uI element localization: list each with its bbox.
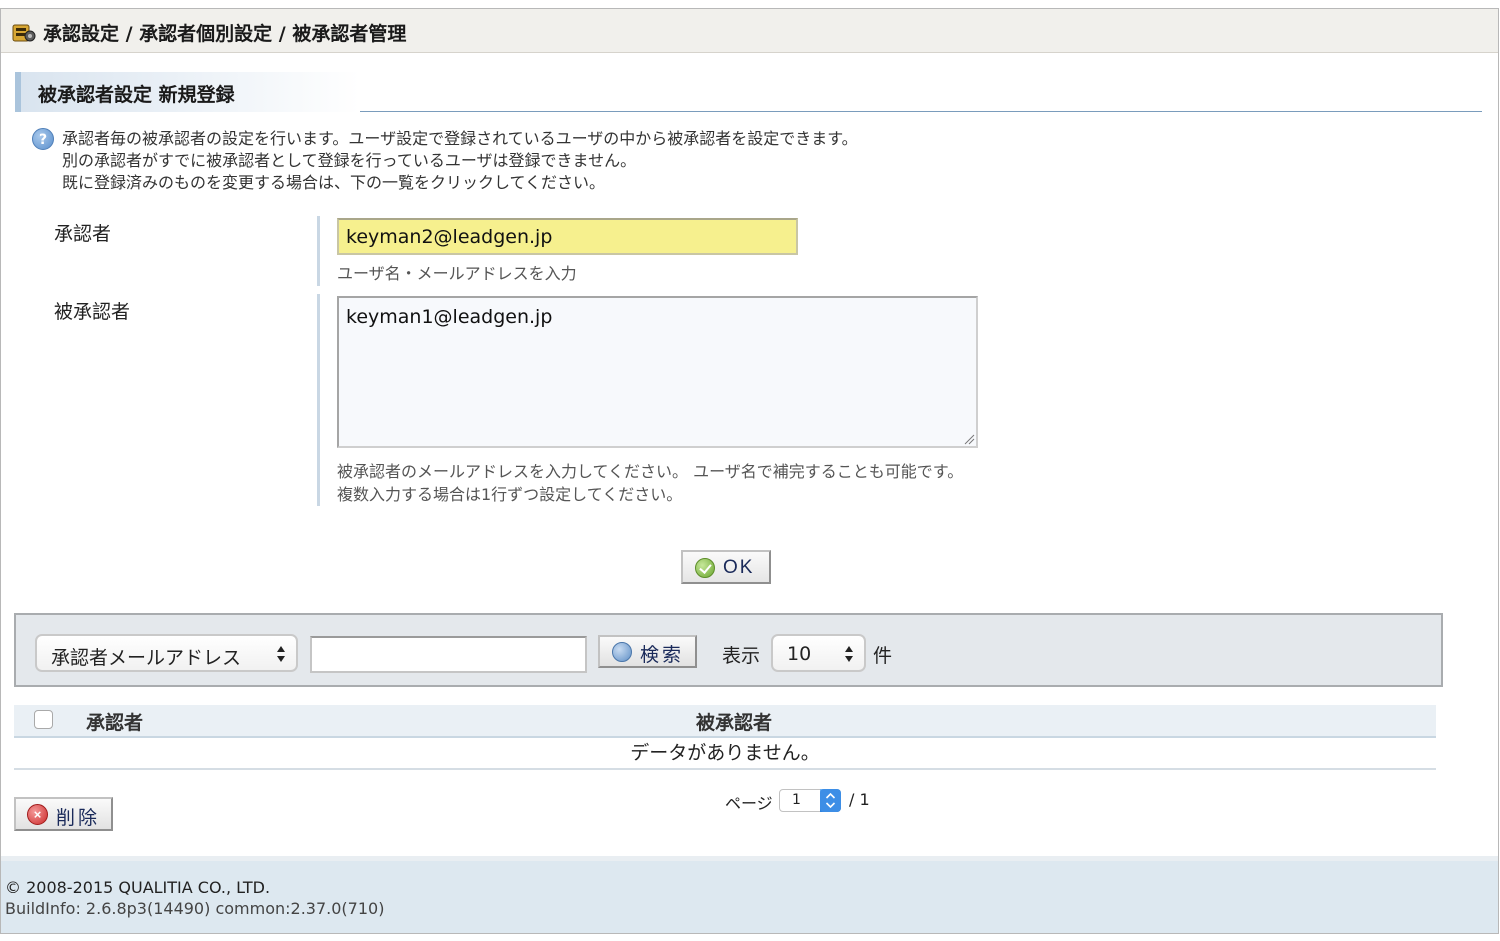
display-label: 表示 <box>722 645 761 667</box>
page-select[interactable]: 1 <box>779 789 841 812</box>
pager-label: ページ <box>725 794 773 813</box>
search-icon <box>612 642 632 662</box>
search-field-select[interactable]: 承認者メールアドレス <box>35 634 298 672</box>
approver-input[interactable] <box>337 218 798 255</box>
footer: © 2008-2015 QUALITIA CO., LTD. BuildInfo… <box>1 856 1498 933</box>
delete-icon: × <box>27 804 48 825</box>
help-line: 承認者毎の被承認者の設定を行います。ユーザ設定で登録されているユーザの中から被承… <box>62 129 858 148</box>
search-button-label: 検索 <box>640 645 685 666</box>
help-line: 別の承認者がすでに被承認者として登録を行っているユーザは登録できません。 <box>62 151 637 170</box>
chevron-updown-icon <box>820 789 841 812</box>
per-page-select-value: 10 <box>787 643 812 665</box>
select-arrows-icon <box>845 646 853 662</box>
check-icon <box>695 558 715 578</box>
per-page-select[interactable]: 10 <box>771 634 866 672</box>
page-select-value: 1 <box>792 792 801 808</box>
help-text: 承認者毎の被承認者の設定を行います。ユーザ設定で登録されているユーザの中から被承… <box>62 128 858 194</box>
approvee-field-rule <box>317 294 320 506</box>
approver-label: 承認者 <box>54 223 112 245</box>
select-all-checkbox[interactable] <box>34 710 53 729</box>
approvee-label: 被承認者 <box>54 301 131 323</box>
column-header-approvee[interactable]: 被承認者 <box>696 708 772 735</box>
approvee-hint: 被承認者のメールアドレスを入力してください。 ユーザ名で補完することも可能です。… <box>337 460 963 506</box>
help-icon: ? <box>32 128 54 150</box>
breadcrumb: 承認設定 / 承認者個別設定 / 被承認者管理 <box>43 23 407 45</box>
delete-button-label: 削除 <box>56 808 101 829</box>
resize-grip-icon[interactable] <box>963 433 975 445</box>
approvee-hint-line: 複数入力する場合は1行ずつ設定してください。 <box>337 485 683 504</box>
approvee-hint-line: 被承認者のメールアドレスを入力してください。 ユーザ名で補完することも可能です。 <box>337 462 964 481</box>
section-title: 被承認者設定 新規登録 <box>38 84 235 106</box>
delete-button[interactable]: × 削除 <box>14 797 113 831</box>
search-field-select-value: 承認者メールアドレス <box>51 647 242 669</box>
build-info: BuildInfo: 2.6.8p3(14490) common:2.37.0(… <box>5 899 385 918</box>
help-line: 既に登録済みのものを変更する場合は、下の一覧をクリックしてください。 <box>62 173 606 192</box>
top-bar: 承認設定 / 承認者個別設定 / 被承認者管理 <box>1 9 1498 53</box>
count-unit-label: 件 <box>873 645 893 667</box>
approver-field-rule <box>317 216 320 286</box>
ok-button-label: OK <box>723 557 755 578</box>
approvee-textarea[interactable]: keyman1@leadgen.jp <box>337 296 978 448</box>
copyright-text: © 2008-2015 QUALITIA CO., LTD. <box>5 878 271 897</box>
search-button[interactable]: 検索 <box>598 635 697 668</box>
approver-hint: ユーザ名・メールアドレスを入力 <box>337 264 577 283</box>
select-arrows-icon <box>277 646 285 662</box>
empty-message: データがありません。 <box>14 739 1436 770</box>
column-header-approver[interactable]: 承認者 <box>86 708 143 735</box>
pager-total: / 1 <box>849 790 870 809</box>
app-logo-icon <box>12 24 36 42</box>
search-input[interactable] <box>310 636 587 673</box>
ok-button[interactable]: OK <box>681 550 771 584</box>
section-header: 被承認者設定 新規登録 <box>15 72 1482 112</box>
